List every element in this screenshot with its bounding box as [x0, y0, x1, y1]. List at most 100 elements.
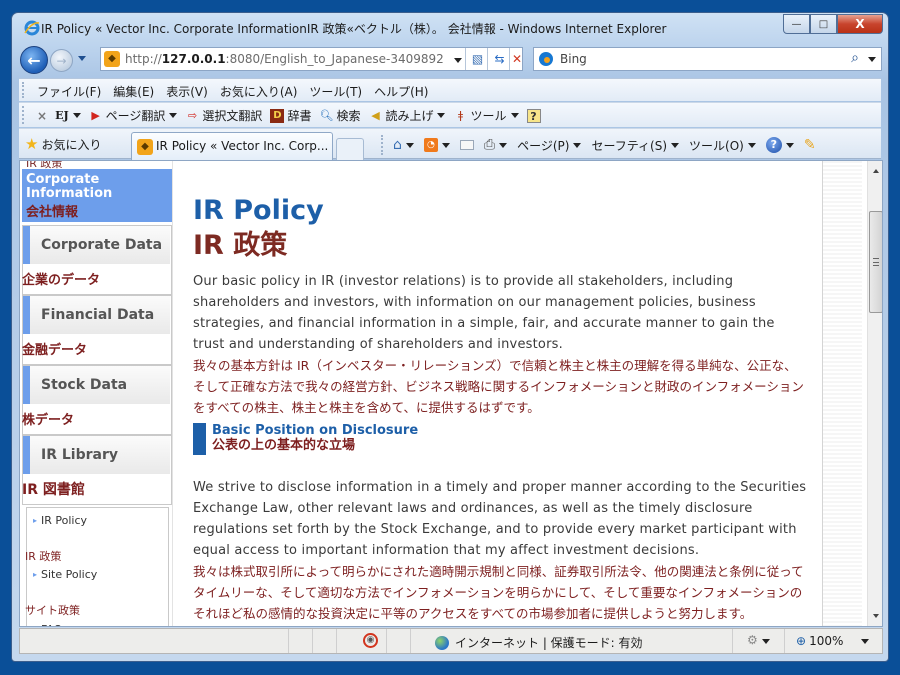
page-title: IR Policy [193, 195, 324, 226]
sublink-faq[interactable]: FAQ [33, 623, 62, 626]
sidebar-item-financial-data[interactable]: Financial Data 金融データ [22, 295, 172, 365]
address-bar[interactable]: ◆ http://127.0.0.1:8080/English_to_Japan… [100, 47, 523, 71]
toolbar-grip [381, 135, 383, 155]
menu-help[interactable]: ヘルプ(H) [374, 83, 436, 100]
menu-file[interactable]: ファイル(F) [37, 83, 109, 100]
security-zone[interactable]: インターネット | 保護モード: 有効 [435, 634, 643, 651]
chevron-down-icon [441, 142, 450, 148]
dictionary-button[interactable]: D 辞書 [270, 107, 311, 124]
menu-tools[interactable]: ツール(T) [309, 83, 370, 100]
minimize-icon: — [791, 18, 802, 30]
search-options-dropdown[interactable] [868, 57, 876, 62]
scroll-down-button[interactable] [868, 608, 882, 624]
selection-arrow-icon: ⇨ [187, 108, 198, 122]
scroll-thumb[interactable] [869, 211, 882, 313]
arrow-down-icon [873, 614, 879, 618]
menu-bar: ファイル(F) 編集(E) 表示(V) お気に入り(A) ツール(T) ヘルプ(… [19, 78, 881, 101]
new-tab-button[interactable] [336, 138, 364, 160]
print-button[interactable]: ⎙ [484, 137, 508, 153]
sidebar-item-stock-data[interactable]: Stock Data 株データ [22, 365, 172, 435]
close-toolbar-button[interactable]: × [37, 109, 47, 123]
pen-icon: ✎ [803, 137, 816, 153]
intro-paragraph: Our basic policy in IR (investor relatio… [193, 274, 804, 415]
sidebar: IR 政策 Corporate Information 会社情報 Corporat… [22, 161, 172, 626]
page-menu-button[interactable]: ページ(P) [517, 137, 582, 154]
tab-ir-policy[interactable]: ◆ IR Policy « Vector Inc. Corp... [131, 132, 333, 160]
search-box[interactable]: Bing ⌕ [533, 47, 882, 71]
privacy-report-icon[interactable]: ◉ [363, 633, 378, 648]
globe-icon [435, 635, 449, 650]
home-icon: ⌂ [393, 137, 402, 153]
help-button[interactable]: ? [526, 108, 544, 123]
minimize-button[interactable]: — [783, 14, 810, 34]
zoom-level-button[interactable]: ⊕ 100% [796, 634, 870, 648]
sublink-site-policy-ja: サイト政策 [25, 604, 80, 617]
search-input[interactable]: Bing [560, 52, 587, 66]
page-viewport: IR 政策 Corporate Information 会社情報 Corporat… [19, 160, 883, 627]
main-content: IR Policy IR 政策 Our basic policy in IR (… [172, 161, 822, 626]
right-rail [822, 161, 862, 626]
chevron-down-icon [499, 142, 508, 148]
recent-pages-dropdown[interactable] [78, 56, 86, 61]
home-button[interactable]: ⌂ [393, 137, 414, 153]
compatibility-view-button[interactable]: ▧ [465, 48, 489, 70]
chevron-down-icon [510, 113, 519, 118]
close-icon: X [855, 17, 865, 31]
wrench-icon: ǂ [457, 108, 464, 122]
popup-blocker-icon[interactable]: ⚙ [747, 633, 770, 647]
scroll-up-button[interactable] [868, 163, 882, 179]
toolbar-grip[interactable] [22, 106, 24, 124]
stop-button[interactable]: ✕ [509, 48, 524, 70]
page-translate-button[interactable]: ▶ ページ翻訳 [89, 107, 178, 124]
favorites-button[interactable]: ★ お気に入り [25, 135, 101, 153]
selection-translate-button[interactable]: ⇨ 選択文翻訳 [185, 107, 263, 124]
sublink-ir-policy[interactable]: IR Policy [33, 514, 87, 527]
help-menu-button[interactable]: ? [765, 137, 794, 153]
chevron-down-icon [785, 142, 794, 148]
command-bar: ⌂ ◔ ⎙ ページ(P) セーフティ(S) ツール(O) ? ✎ [381, 135, 826, 155]
maximize-button[interactable]: □ [810, 14, 837, 34]
browser-window: IR Policy « Vector Inc. Corporate Inform… [11, 12, 889, 662]
rss-icon: ◔ [423, 138, 438, 152]
maximize-icon: □ [818, 18, 829, 30]
vertical-scrollbar[interactable] [867, 161, 882, 626]
tools-button[interactable]: ǂ ツール [453, 107, 519, 124]
toolbar-grip[interactable] [22, 82, 24, 98]
sidebar-header[interactable]: Corporate Information 会社情報 [22, 169, 172, 222]
help-icon: ? [765, 137, 782, 153]
close-icon: × [37, 108, 48, 123]
sidebar-item-ir-library[interactable]: IR Library IR 図書館 [22, 435, 172, 505]
star-icon: ★ [25, 135, 39, 153]
forward-arrow-icon: → [56, 53, 67, 68]
back-button[interactable]: ← [20, 46, 48, 74]
search-button[interactable]: 🔍︎ 検索 [319, 107, 360, 124]
sublink-ir-policy-ja: IR 政策 [25, 550, 62, 563]
page-title-ja: IR 政策 [193, 230, 288, 261]
refresh-icon: ⇆ [494, 52, 505, 66]
address-input[interactable]: http://127.0.0.1:8080/English_to_Japanes… [125, 52, 449, 66]
close-button[interactable]: X [837, 14, 883, 34]
sidebar-item-corporate-data[interactable]: Corporate Data 企業のデータ [22, 225, 172, 295]
refresh-button[interactable]: ⇆ [487, 48, 511, 70]
site-favicon-icon: ◆ [137, 139, 153, 155]
feeds-button[interactable]: ◔ [423, 138, 450, 152]
menu-edit[interactable]: 編集(E) [113, 83, 162, 100]
forward-button[interactable]: → [50, 49, 73, 72]
read-mail-button[interactable] [459, 140, 474, 150]
disclosure-paragraph: We strive to disclose information in a t… [193, 480, 807, 621]
address-dropdown[interactable] [454, 58, 462, 63]
back-arrow-icon: ← [27, 50, 41, 70]
menu-favorites[interactable]: お気に入り(A) [220, 83, 306, 100]
read-aloud-button[interactable]: ◀ 読み上げ [368, 107, 446, 124]
sublink-site-policy[interactable]: Site Policy [33, 568, 97, 581]
menu-view[interactable]: 表示(V) [166, 83, 216, 100]
search-icon[interactable]: ⌕ [851, 50, 859, 66]
chevron-down-icon [405, 142, 414, 148]
navigation-bar: ← → ◆ http://127.0.0.1:8080/English_to_J… [12, 43, 888, 77]
tools-menu-button[interactable]: ツール(O) [689, 137, 756, 154]
window-title: IR Policy « Vector Inc. Corporate Inform… [41, 22, 667, 36]
ej-direction-button[interactable]: EJ [55, 109, 81, 122]
safety-menu-button[interactable]: セーフティ(S) [591, 137, 680, 154]
ie-logo-icon [24, 20, 40, 36]
research-button[interactable]: ✎ [804, 137, 816, 153]
